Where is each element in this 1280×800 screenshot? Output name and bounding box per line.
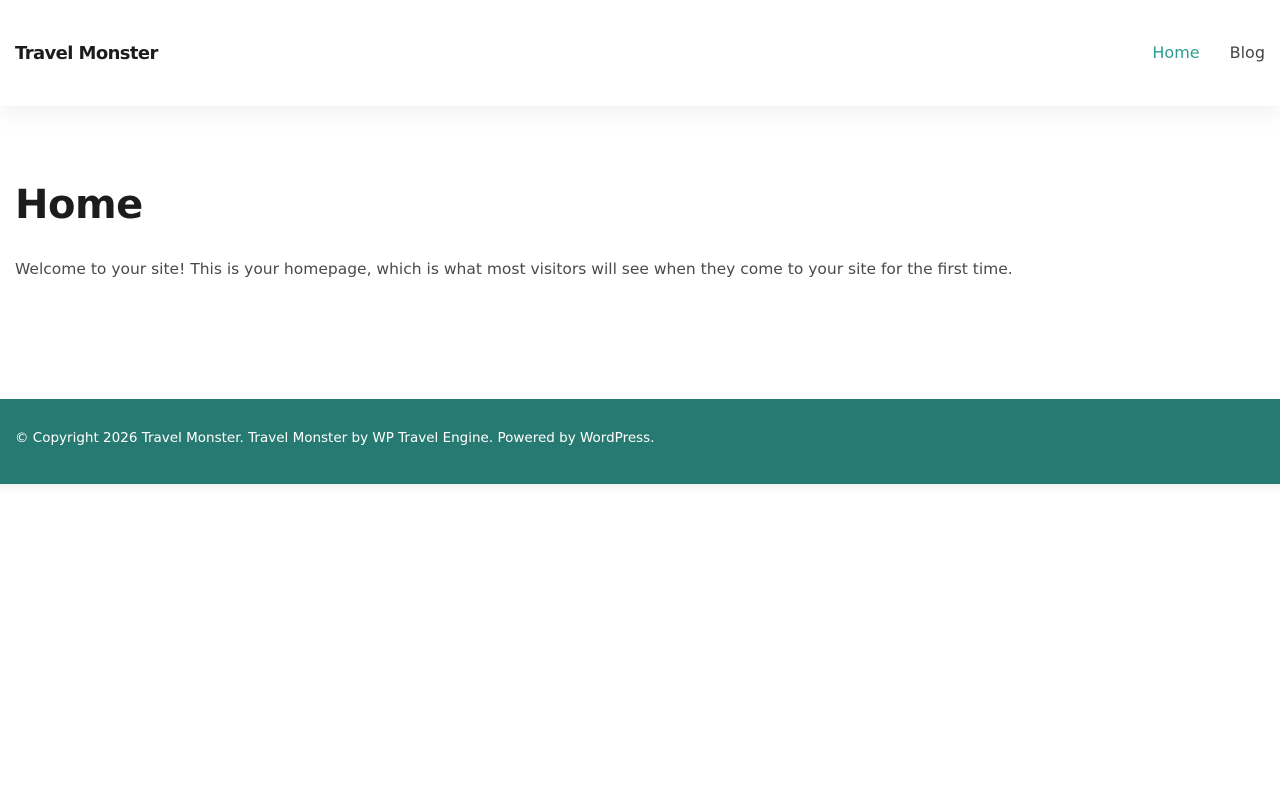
footer-copyright: © Copyright 2026 Travel Monster. Travel … xyxy=(15,429,655,447)
page-intro-text: Welcome to your site! This is your homep… xyxy=(15,260,1013,278)
nav-item-home[interactable]: Home xyxy=(1152,42,1199,64)
footer-by-text: by xyxy=(347,430,373,446)
footer-bottom-divider xyxy=(0,484,1280,494)
page-title: Home xyxy=(15,182,143,228)
copyright-prefix: © Copyright 2026 xyxy=(15,430,142,446)
footer-end-text: . xyxy=(650,430,655,446)
footer-powered-text: . Powered by xyxy=(488,430,580,446)
site-title-link[interactable]: Travel Monster xyxy=(15,42,158,66)
footer-author-link[interactable]: WP Travel Engine xyxy=(372,430,488,446)
nav-item-blog[interactable]: Blog xyxy=(1230,42,1265,64)
footer-site-link[interactable]: Travel Monster xyxy=(142,430,240,446)
footer-platform-link[interactable]: WordPress xyxy=(580,430,650,446)
footer-separator: . xyxy=(239,430,249,446)
footer-theme-link[interactable]: Travel Monster xyxy=(248,430,347,446)
site-header: Travel Monster Home Blog xyxy=(0,0,1280,106)
main-nav: Home Blog xyxy=(1152,42,1265,64)
